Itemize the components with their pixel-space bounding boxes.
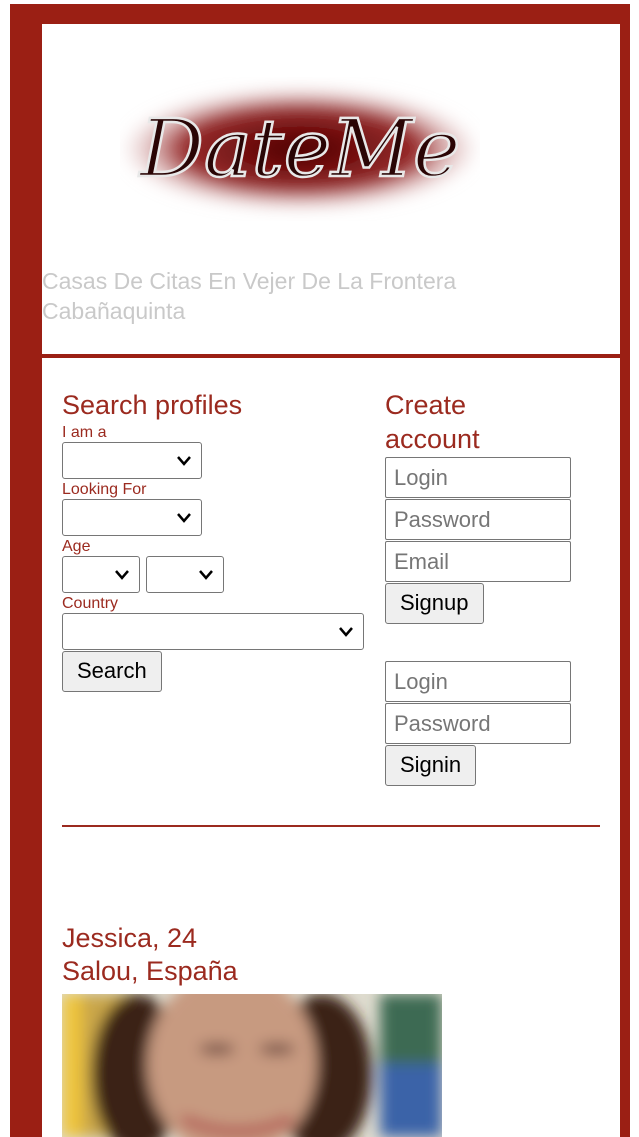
signup-password-input[interactable]: Password <box>385 499 571 540</box>
site-header: DateMe Casas De Citas En Vejer De La Fro… <box>42 24 620 354</box>
signup-button[interactable]: Signup <box>385 583 484 624</box>
create-account-title-line-2: account <box>385 424 480 454</box>
signup-login-input[interactable]: Login <box>385 457 571 498</box>
i-am-select[interactable] <box>62 442 202 479</box>
profile-card-heading[interactable]: Jessica, 24 Salou, España <box>62 922 238 988</box>
account-panel: Create account Login Password Email Sign… <box>385 388 595 786</box>
signin-password-input[interactable]: Password <box>385 703 571 744</box>
profile-photo[interactable] <box>62 994 442 1137</box>
create-account-title: Create account <box>385 388 595 456</box>
tagline-line-1[interactable]: Casas De Citas En Vejer De La Frontera <box>42 266 602 296</box>
profile-photo-image <box>62 994 442 1137</box>
tagline: Casas De Citas En Vejer De La Frontera C… <box>42 266 602 326</box>
i-am-label: I am a <box>62 424 107 441</box>
age-max-select[interactable] <box>146 556 224 593</box>
signup-email-input[interactable]: Email <box>385 541 571 582</box>
create-account-title-line-1: Create <box>385 390 467 420</box>
svg-text:DateMe: DateMe <box>138 102 461 195</box>
dateme-logo[interactable]: DateMe <box>120 64 480 229</box>
tagline-line-2[interactable]: Cabañaquinta <box>42 296 602 326</box>
looking-for-label: Looking For <box>62 481 147 498</box>
chevron-down-icon <box>177 455 191 466</box>
signin-login-input[interactable]: Login <box>385 661 571 702</box>
signin-button[interactable]: Signin <box>385 745 477 786</box>
profile-name-age[interactable]: Jessica, 24 <box>62 922 238 955</box>
search-button[interactable]: Search <box>62 651 162 692</box>
age-min-select[interactable] <box>62 556 140 593</box>
looking-for-select[interactable] <box>62 499 202 536</box>
chevron-down-icon <box>339 626 353 637</box>
age-label: Age <box>62 538 91 555</box>
profile-location[interactable]: Salou, España <box>62 955 238 988</box>
search-title: Search profiles <box>62 390 243 420</box>
country-select[interactable] <box>62 613 364 650</box>
chevron-down-icon <box>177 512 191 523</box>
chevron-down-icon <box>115 569 129 580</box>
main-content: Search profiles I am a Looking For Age C… <box>42 358 620 1137</box>
chevron-down-icon <box>199 569 213 580</box>
search-profiles-form: Search profiles I am a Looking For Age C… <box>62 388 372 692</box>
country-label: Country <box>62 595 119 612</box>
section-divider <box>62 825 600 827</box>
